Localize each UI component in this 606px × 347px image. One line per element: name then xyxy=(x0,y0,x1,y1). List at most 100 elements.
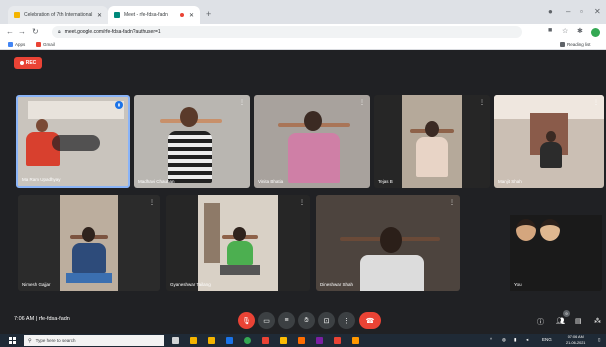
present-button[interactable]: ⊡ xyxy=(318,312,335,329)
extensions-icon[interactable]: ✱ xyxy=(577,27,583,35)
chrome-icon[interactable] xyxy=(244,337,251,344)
lock-icon: 🔒︎ xyxy=(58,29,61,35)
close-tab-icon[interactable]: ✕ xyxy=(97,12,102,19)
forward-icon[interactable]: → xyxy=(18,27,26,36)
more-vert-icon: ⋮ xyxy=(343,317,350,325)
notifications-icon[interactable]: ▯ xyxy=(598,337,600,343)
app-icon[interactable] xyxy=(334,337,341,344)
end-call-button[interactable]: ☎︎ xyxy=(359,312,381,329)
camera-icon[interactable]: ■ xyxy=(548,27,552,34)
app-icon[interactable] xyxy=(298,337,305,344)
more-options-icon[interactable]: ⋮ xyxy=(299,199,305,206)
participant-tile[interactable]: ⋮ Nimesh Gajjar xyxy=(18,195,160,291)
participant-tile[interactable]: ⋮ Gyaneshwar Tailang xyxy=(166,195,310,291)
minimize-icon[interactable]: – xyxy=(566,7,570,16)
activities-icon[interactable]: ⁂ xyxy=(594,317,601,325)
more-options-icon[interactable]: ⋮ xyxy=(449,199,455,206)
participant-video xyxy=(402,95,462,188)
close-window-icon[interactable]: ✕ xyxy=(594,7,601,16)
people-icon[interactable]: 👥︎ xyxy=(556,317,565,325)
file-explorer-icon[interactable] xyxy=(190,337,197,344)
language-indicator[interactable]: ENG xyxy=(542,337,552,342)
app-icon[interactable] xyxy=(352,337,359,344)
gmail-icon xyxy=(36,42,41,47)
mic-active-icon: ▮ xyxy=(115,101,123,109)
tab-meet[interactable]: Meet - rfe-fdsa-fadn ✕ xyxy=(108,6,200,24)
bookmark-gmail[interactable]: Gmail xyxy=(36,42,55,47)
person-face xyxy=(540,219,560,241)
floating-controls[interactable] xyxy=(52,135,100,151)
participant-video xyxy=(198,195,278,291)
tab-favicon xyxy=(14,12,20,18)
participant-tile[interactable]: ▮ Ma Ram Upadhyay xyxy=(16,95,130,188)
search-icon: ⚲ xyxy=(28,337,32,344)
camera-toggle-button[interactable]: ▭ xyxy=(258,312,275,329)
yoga-mat xyxy=(220,265,260,275)
phone-hangup-icon: ☎︎ xyxy=(365,317,375,325)
more-options-icon[interactable]: ⋮ xyxy=(239,99,245,106)
meet-control-bar: 7:06 AM | rfe-fdsa-fadn 🎙︎ ▭ ≡ ✋︎ ⊡ ⋮ ☎︎… xyxy=(0,307,606,334)
volume-icon[interactable]: ◂ xyxy=(526,337,528,343)
tab-celebration[interactable]: Celebration of 7th International ✕ xyxy=(8,6,108,24)
browser-tab-strip: Celebration of 7th International ✕ Meet … xyxy=(0,0,606,24)
star-icon[interactable]: ☆ xyxy=(562,27,568,35)
participant-tile[interactable]: ⋮ Madhavi Chauhan xyxy=(134,95,250,188)
info-icon[interactable]: ⓘ xyxy=(537,317,544,327)
more-options-icon[interactable]: ⋮ xyxy=(149,199,155,206)
back-icon[interactable]: ← xyxy=(6,27,14,36)
new-tab-icon[interactable]: + xyxy=(206,9,211,19)
bookmark-label: Apps xyxy=(15,42,26,47)
account-icon[interactable]: ● xyxy=(548,7,553,16)
more-options-icon[interactable]: ⋮ xyxy=(479,99,485,106)
task-view-icon[interactable] xyxy=(172,337,179,344)
recording-badge: REC xyxy=(14,57,42,69)
system-clock[interactable]: 07:06 AM 21-06-2021 xyxy=(566,335,585,346)
rec-dot-icon xyxy=(19,61,24,65)
tray-expand-icon[interactable]: ^ xyxy=(490,337,492,342)
maximize-icon[interactable]: ▫ xyxy=(580,7,583,16)
raise-hand-button[interactable]: ✋︎ xyxy=(298,312,315,329)
self-view-video xyxy=(510,215,602,291)
participant-tile[interactable]: ⋮ Dineshwar Shah xyxy=(316,195,460,291)
reading-list[interactable]: Reading list xyxy=(560,42,591,47)
taskbar-search[interactable]: ⚲ Type here to search xyxy=(24,335,164,346)
participant-tile[interactable]: ⋮ Manjit Shah xyxy=(494,95,604,188)
folder-icon[interactable] xyxy=(208,337,215,344)
meeting-time: 7:06 AM | rfe-fdsa-fadn xyxy=(14,316,70,322)
camera-icon: ▭ xyxy=(263,317,270,325)
clock-date: 21-06-2021 xyxy=(566,340,586,345)
meet-favicon-icon xyxy=(114,12,120,18)
self-view-tile[interactable]: You xyxy=(466,195,602,291)
network-icon[interactable]: ◍ xyxy=(502,337,506,343)
participant-tile[interactable]: ⋮ Tejas B xyxy=(374,95,490,188)
captions-button[interactable]: ≡ xyxy=(278,312,295,329)
participant-name: Tejas B xyxy=(378,179,393,184)
address-bar[interactable]: 🔒︎ meet.google.com/rfe-fdsa-fadn?authuse… xyxy=(52,26,522,38)
chat-icon[interactable]: ▤ xyxy=(575,317,582,325)
mic-toggle-button[interactable]: 🎙︎ xyxy=(238,312,255,329)
participant-name: Ma Ram Upadhyay xyxy=(22,177,61,182)
reload-icon[interactable]: ↻ xyxy=(32,27,39,36)
meet-stage: REC ▮ Ma Ram Upadhyay ⋮ Madhavi Chauhan … xyxy=(0,50,606,334)
participant-count-badge: 9 xyxy=(563,310,570,317)
close-tab-icon[interactable]: ✕ xyxy=(189,12,194,19)
more-options-icon[interactable]: ⋮ xyxy=(359,99,365,106)
more-options-button[interactable]: ⋮ xyxy=(338,312,355,329)
present-icon: ⊡ xyxy=(323,317,330,325)
participant-name: Dineshwar Shah xyxy=(320,282,354,287)
more-options-icon[interactable]: ⋮ xyxy=(593,99,599,106)
app-icon[interactable] xyxy=(316,337,323,344)
edge-icon[interactable] xyxy=(226,337,233,344)
participant-tile[interactable]: ⋮ Vinita Bhatia xyxy=(254,95,370,188)
participant-video xyxy=(156,101,226,188)
participant-name: Manjit Shah xyxy=(498,179,522,184)
app-icon[interactable] xyxy=(280,337,287,344)
app-icon[interactable] xyxy=(262,337,269,344)
participant-video xyxy=(340,223,444,291)
reading-list-label: Reading list xyxy=(567,42,591,47)
bookmark-apps[interactable]: Apps xyxy=(8,42,25,47)
participant-name: Nimesh Gajjar xyxy=(22,282,51,287)
windows-start-icon[interactable] xyxy=(9,337,16,344)
battery-icon[interactable]: ▮ xyxy=(514,337,516,343)
profile-avatar[interactable] xyxy=(591,28,600,37)
